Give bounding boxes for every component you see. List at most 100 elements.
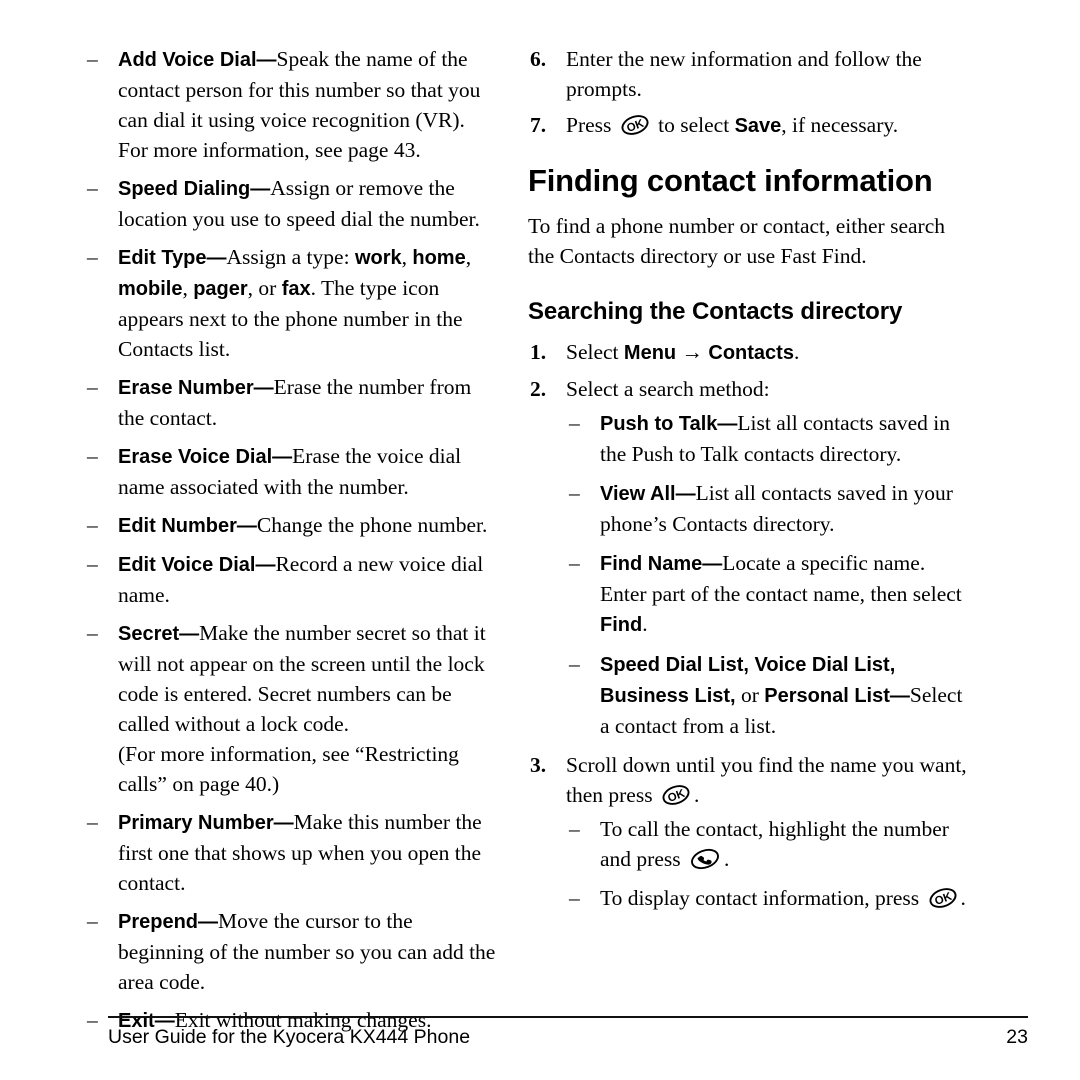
ok-key-icon: OK [928, 886, 958, 910]
footer-title: User Guide for the Kyocera KX444 Phone [108, 1026, 471, 1048]
page-title: Finding contact information [528, 163, 933, 198]
page-footer: User Guide for the Kyocera KX444 Phone 2… [108, 1016, 1028, 1049]
list-item-label: Speed Dialing [118, 178, 251, 200]
find-label: Find [600, 614, 643, 636]
list-item-label: Secret [118, 623, 180, 645]
step-substeps: – To call the contact, highlight the num… [566, 814, 976, 913]
em-dash: — [256, 49, 277, 71]
list-item-label: Erase Number [118, 377, 254, 399]
em-dash: — [206, 247, 227, 269]
step-text: Enter the new information and follow the… [566, 47, 922, 101]
em-dash: — [198, 911, 219, 933]
left-column: – Add Voice Dial—Speak the name of the c… [84, 44, 496, 1044]
em-dash: — [250, 178, 271, 200]
numbered-step: 2. Select a search method: – Push to Tal… [528, 374, 976, 741]
substep-text-post: . [960, 886, 966, 910]
document-page: – Add Voice Dial—Speak the name of the c… [0, 0, 1080, 1080]
dash-bullet: – [87, 621, 98, 645]
menu-label: Menu [623, 342, 677, 364]
dash-bullet: – [87, 810, 98, 834]
list-item: – Push to Talk—List all contacts saved i… [566, 408, 976, 469]
list-item-body-pre: Assign a type: [226, 245, 355, 269]
section-heading: Searching the Contacts directory [528, 298, 903, 325]
dash-bullet: – [87, 1008, 98, 1032]
list-item-label: Find Name [600, 553, 703, 575]
list-item: – To call the contact, highlight the num… [566, 814, 976, 874]
step-text: Select a search method: [566, 377, 770, 401]
list-item: – Prepend—Move the cursor to the beginni… [84, 906, 496, 997]
em-dash: — [273, 812, 294, 834]
list-item: – Edit Type—Assign a type: work, home, m… [84, 242, 496, 364]
dash-bullet: – [569, 481, 580, 505]
right-arrow-icon: → [681, 340, 704, 364]
step-number: 7. [530, 113, 547, 137]
list-item: – Find Name—Locate a specific name. Ente… [566, 548, 976, 640]
send-key-icon [689, 847, 721, 871]
list-item: – To display contact information, press … [566, 883, 976, 913]
dash-bullet: – [87, 176, 98, 200]
numbered-step: 3. Scroll down until you find the name y… [528, 750, 976, 913]
dash-bullet: – [569, 886, 580, 910]
intro-paragraph: To find a phone number or contact, eithe… [528, 214, 945, 268]
ok-key-icon: OK [620, 113, 650, 137]
list-item: – Primary Number—Make this number the fi… [84, 807, 496, 898]
type-option-fax: fax [281, 278, 311, 300]
dash-bullet: – [87, 375, 98, 399]
right-column: 6. Enter the new information and follow … [528, 44, 976, 922]
dash-bullet: – [569, 551, 580, 575]
list-item-label: Edit Voice Dial [118, 554, 256, 576]
step-text-post: . [793, 340, 800, 364]
dash-bullet: – [87, 245, 98, 269]
list-item-label: Primary Number [118, 812, 274, 834]
list-item-label: Prepend [118, 911, 199, 933]
dash-bullet: – [87, 47, 98, 71]
dash-bullet: – [569, 652, 580, 676]
dash-bullet: – [569, 411, 580, 435]
list-item-label: Add Voice Dial [118, 49, 257, 71]
dash-bullet: – [87, 444, 98, 468]
substep-text-pre: To display contact information, press [600, 886, 925, 910]
step-text-pre: Scroll down until you find the name you … [566, 753, 967, 807]
step-text-post: . [693, 783, 700, 807]
list-item: – Edit Voice Dial—Record a new voice dia… [84, 549, 496, 610]
step-number: 3. [530, 753, 547, 777]
list-item: – Secret—Make the number secret so that … [84, 618, 496, 799]
list-item: – Erase Voice Dial—Erase the voice dial … [84, 441, 496, 502]
list-item: – Edit Number—Change the phone number. [84, 510, 496, 541]
step-number: 6. [530, 47, 547, 71]
list-item-note: (For more information, see “Restricting … [118, 742, 459, 796]
list-item-label: Edit Number [118, 515, 237, 537]
list-item: – View All—List all contacts saved in yo… [566, 478, 976, 539]
page-number: 23 [1006, 1026, 1028, 1048]
type-option-home: home [412, 247, 466, 269]
step-number: 2. [530, 377, 547, 401]
step-text-post: , if necessary. [781, 113, 899, 137]
list-item: – Erase Number—Erase the number from the… [84, 372, 496, 433]
step-text-pre: Press [566, 113, 617, 137]
list-item: – Add Voice Dial—Speak the name of the c… [84, 44, 496, 165]
footer-row: User Guide for the Kyocera KX444 Phone 2… [108, 1025, 1028, 1049]
list-item: – Speed Dial List, Voice Dial List, Busi… [566, 649, 976, 741]
list-item-label: Push to Talk [600, 413, 718, 435]
ok-key-icon: OK [661, 783, 691, 807]
dash-bullet: – [87, 513, 98, 537]
em-dash: — [255, 554, 276, 576]
list-item-body-post: . [642, 612, 648, 636]
em-dash: — [717, 413, 738, 435]
list-item-conjunction: or [735, 683, 765, 707]
type-option-mobile: mobile [118, 278, 183, 300]
numbered-step: 6. Enter the new information and follow … [528, 44, 976, 104]
list-item-label-alt: Personal List [764, 685, 890, 707]
em-dash: — [889, 685, 910, 707]
dash-bullet: – [569, 817, 580, 841]
footer-divider [108, 1016, 1028, 1018]
em-dash: — [702, 553, 723, 575]
step-text-pre: Select [566, 340, 624, 364]
list-item-label: Erase Voice Dial [118, 446, 273, 468]
numbered-step: 1. Select Menu → Contacts. [528, 337, 976, 368]
list-item-label: Edit Type [118, 247, 207, 269]
step-number: 1. [530, 340, 547, 364]
search-method-list: – Push to Talk—List all contacts saved i… [566, 408, 976, 741]
dash-bullet: – [87, 909, 98, 933]
substep-text-pre: To call the contact, highlight the numbe… [600, 817, 949, 871]
